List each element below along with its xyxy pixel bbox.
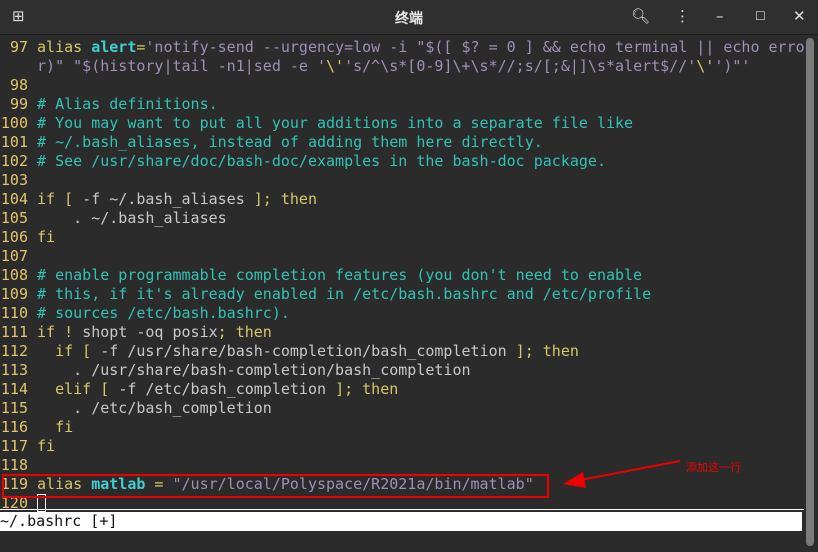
highlight-box: [2, 474, 549, 498]
code-line: 106 fi: [0, 228, 804, 247]
code-token: # ~/.bash_aliases, instead of adding the…: [37, 133, 543, 151]
code-token: # You may want to put all your additions…: [37, 114, 634, 132]
line-number: 109: [0, 285, 28, 303]
code-token: # this, if it's already enabled in /etc/…: [37, 285, 652, 303]
code-token: # See /usr/share/doc/bash-doc/examples i…: [37, 152, 606, 170]
maximize-icon[interactable]: ☐: [755, 9, 766, 23]
code-token: fi: [37, 437, 56, 455]
code-token: -f ~/.bash_aliases: [82, 190, 254, 208]
code-line: 117 fi: [0, 437, 804, 456]
code-line: 116 fi: [0, 418, 804, 437]
code-token: \': [326, 57, 345, 75]
code-token: ]; then: [253, 190, 317, 208]
code-token: fi: [37, 418, 74, 436]
code-token: \': [696, 57, 715, 75]
line-number: 102: [0, 152, 28, 170]
code-line: 113 . /usr/share/bash-completion/bash_co…: [0, 361, 804, 380]
code-line: 110 # sources /etc/bash.bashrc).: [0, 304, 804, 323]
minimize-icon[interactable]: –: [716, 7, 724, 25]
search-icon[interactable]: 🔍︎: [631, 7, 650, 25]
code-token: . ~/.bash_aliases: [37, 209, 227, 227]
title-bar: ⊞ 终端 🔍︎ ⋮ – ☐ ✕: [0, 0, 818, 35]
line-number: 118: [0, 456, 28, 474]
window-title: 终端: [395, 11, 423, 27]
code-line: r)" "$(history|tail -n1|sed -e '\''s/^\s…: [0, 57, 804, 76]
vim-status-line: ~/.bashrc [+]: [0, 512, 802, 531]
line-number: 100: [0, 114, 28, 132]
code-line: 105 . ~/.bash_aliases: [0, 209, 804, 228]
code-line: 102 # See /usr/share/doc/bash-doc/exampl…: [0, 152, 804, 171]
code-token: if [: [37, 342, 101, 360]
code-line: 115 . /etc/bash_completion: [0, 399, 804, 418]
code-token: r)" "$(history|tail -n1|sed -e ': [37, 57, 327, 75]
code-token: . /usr/share/bash-completion/bash_comple…: [37, 361, 471, 379]
code-line: 103: [0, 171, 804, 190]
code-token: [: [64, 190, 83, 208]
code-token: if: [37, 190, 65, 208]
line-number: 113: [0, 361, 28, 379]
code-token: ; then: [217, 323, 272, 341]
line-number: 111: [0, 323, 28, 341]
code-token: # sources /etc/bash.bashrc).: [37, 304, 290, 322]
status-divider: [0, 509, 804, 510]
code-token: ')"': [714, 57, 751, 75]
line-number: 112: [0, 342, 28, 360]
line-number: 97: [9, 38, 28, 56]
close-icon[interactable]: ✕: [793, 7, 806, 25]
menu-icon[interactable]: ⋮: [675, 7, 690, 25]
line-number: 104: [0, 190, 28, 208]
code-line: 109 # this, if it's already enabled in /…: [0, 285, 804, 304]
code-token: ]; then: [335, 380, 399, 398]
code-token: shopt -oq posix: [82, 323, 218, 341]
code-line: 99 # Alias definitions.: [0, 95, 804, 114]
code-token: # enable programmable completion feature…: [37, 266, 643, 284]
code-line: 101 # ~/.bash_aliases, instead of adding…: [0, 133, 804, 152]
line-number: 115: [0, 399, 28, 417]
line-number: 114: [0, 380, 28, 398]
code-token: -f /etc/bash_completion: [118, 380, 336, 398]
code-token: # Alias definitions.: [37, 95, 218, 113]
annotation-arrow: [563, 460, 681, 488]
code-token: if !: [37, 323, 83, 341]
vim-editor[interactable]: 97 alias alert='notify-send --urgency=lo…: [0, 38, 805, 513]
code-line: 111 if ! shopt -oq posix; then: [0, 323, 804, 342]
line-number: 110: [0, 304, 28, 322]
code-token: elif [: [37, 380, 119, 398]
code-token: alias: [37, 38, 92, 56]
code-line: 107: [0, 247, 804, 266]
line-number: 101: [0, 133, 28, 151]
scrollbar[interactable]: [806, 38, 814, 546]
line-number: 116: [0, 418, 28, 436]
line-number: 117: [0, 437, 28, 455]
code-token: fi: [37, 228, 56, 246]
line-number: 108: [0, 266, 28, 284]
annotation-label: 添加这一行: [686, 461, 741, 474]
line-number: 106: [0, 228, 28, 246]
line-number: 98: [9, 76, 28, 94]
code-token: . /etc/bash_completion: [37, 399, 272, 417]
code-token: 'notify-send --urgency=low -i "$([ $? = …: [145, 38, 805, 56]
code-line: 112 if [ -f /usr/share/bash-completion/b…: [0, 342, 804, 361]
code-token: alert: [91, 38, 137, 56]
code-token: 's/^\s*[0-9]\+\s*//;s/[;&|]\s*alert$//': [344, 57, 697, 75]
code-token: -f /usr/share/bash-completion/bash_compl…: [100, 342, 516, 360]
code-line: 98: [0, 76, 804, 95]
code-line: 100 # You may want to put all your addit…: [0, 114, 804, 133]
code-line: 97 alias alert='notify-send --urgency=lo…: [0, 38, 805, 57]
code-token: ]; then: [515, 342, 579, 360]
line-number: 103: [0, 171, 28, 189]
code-line: 114 elif [ -f /etc/bash_completion ]; th…: [0, 380, 804, 399]
line-number: 107: [0, 247, 28, 265]
code-line: 108 # enable programmable completion fea…: [0, 266, 804, 285]
line-number: 99: [9, 95, 28, 113]
line-number: 105: [0, 209, 28, 227]
code-line: 104 if [ -f ~/.bash_aliases ]; then: [0, 190, 804, 209]
